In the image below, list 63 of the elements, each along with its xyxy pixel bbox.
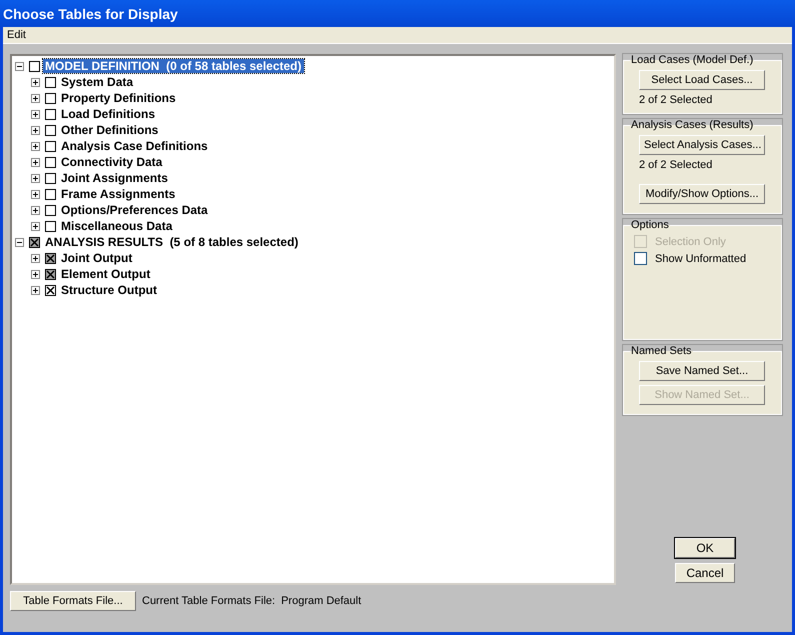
expand-icon[interactable] [31,94,40,102]
tree-item[interactable]: Analysis Case Definitions [59,139,210,153]
checkbox[interactable] [45,252,56,264]
checkbox[interactable] [45,188,56,200]
checkbox[interactable] [45,124,56,136]
expand-icon[interactable] [31,190,40,198]
status-text: 2 of 2 Selected [639,94,714,106]
table-formats-button[interactable]: Table Formats File... [10,591,136,611]
checkbox[interactable] [45,156,56,168]
tree-item[interactable]: Connectivity Data [59,155,164,169]
expand-icon[interactable] [31,270,40,278]
dialog-button[interactable]: Modify/Show Options... [639,184,765,204]
menu-item[interactable]: Edit [3,29,30,41]
checkbox[interactable] [45,268,56,280]
tree-item[interactable]: Frame Assignments [59,187,178,201]
checkbox[interactable] [45,204,56,216]
dialog-button[interactable]: Select Load Cases... [639,70,765,90]
checkbox[interactable] [45,76,56,88]
checkbox[interactable] [45,220,56,232]
tree-item[interactable]: Element Output [59,267,152,281]
status-text: 2 of 2 Selected [639,159,714,171]
group-title: Analysis Cases (Results) [630,119,754,131]
tree-item[interactable]: Miscellaneous Data [59,219,174,233]
checkbox-option[interactable]: Show Unformatted [634,252,773,265]
dialog-button[interactable]: Save Named Set... [639,361,765,381]
file-value: Program Default [281,595,362,607]
file-label: Current Table Formats File: [142,595,276,607]
window-title: Choose Tables for Display [0,0,795,27]
checkbox[interactable] [45,108,56,120]
tree-item[interactable]: Structure Output [59,283,159,297]
checkbox[interactable] [45,92,56,104]
dialog-button[interactable]: Select Analysis Cases... [639,135,765,155]
expand-icon[interactable] [31,158,40,166]
tree-item[interactable]: Property Definitions [59,91,178,105]
expand-icon[interactable] [31,222,40,230]
tree-item[interactable]: MODEL DEFINITION (0 of 58 tables selected) [43,59,304,73]
expand-icon[interactable] [15,62,24,70]
tree-item[interactable]: Other Definitions [59,123,160,137]
expand-icon[interactable] [31,126,40,134]
expand-icon[interactable] [31,286,40,294]
expand-icon[interactable] [31,206,40,214]
expand-icon[interactable] [15,238,24,246]
tree-item[interactable]: ANALYSIS RESULTS (5 of 8 tables selected) [43,235,300,249]
group-title: Options [630,219,670,231]
dialog-button[interactable]: Cancel [675,563,735,583]
group-title: Load Cases (Model Def.) [630,54,754,66]
dialog-button[interactable]: OK [675,538,735,558]
checkbox[interactable] [29,60,40,72]
expand-icon[interactable] [31,78,40,86]
checkbox[interactable] [45,284,56,296]
tree-item[interactable]: Joint Assignments [59,171,170,185]
checkbox[interactable] [29,236,40,248]
tree-item[interactable]: Options/Preferences Data [59,203,210,217]
expand-icon[interactable] [31,142,40,150]
expand-icon[interactable] [31,254,40,262]
expand-icon[interactable] [31,174,40,182]
tree-item[interactable]: Load Definitions [59,107,157,121]
checkbox[interactable] [45,140,56,152]
tree-item[interactable]: Joint Output [59,251,134,265]
checkbox[interactable] [45,172,56,184]
group-title: Named Sets [630,345,693,357]
expand-icon[interactable] [31,110,40,118]
tree-item[interactable]: System Data [59,75,136,89]
